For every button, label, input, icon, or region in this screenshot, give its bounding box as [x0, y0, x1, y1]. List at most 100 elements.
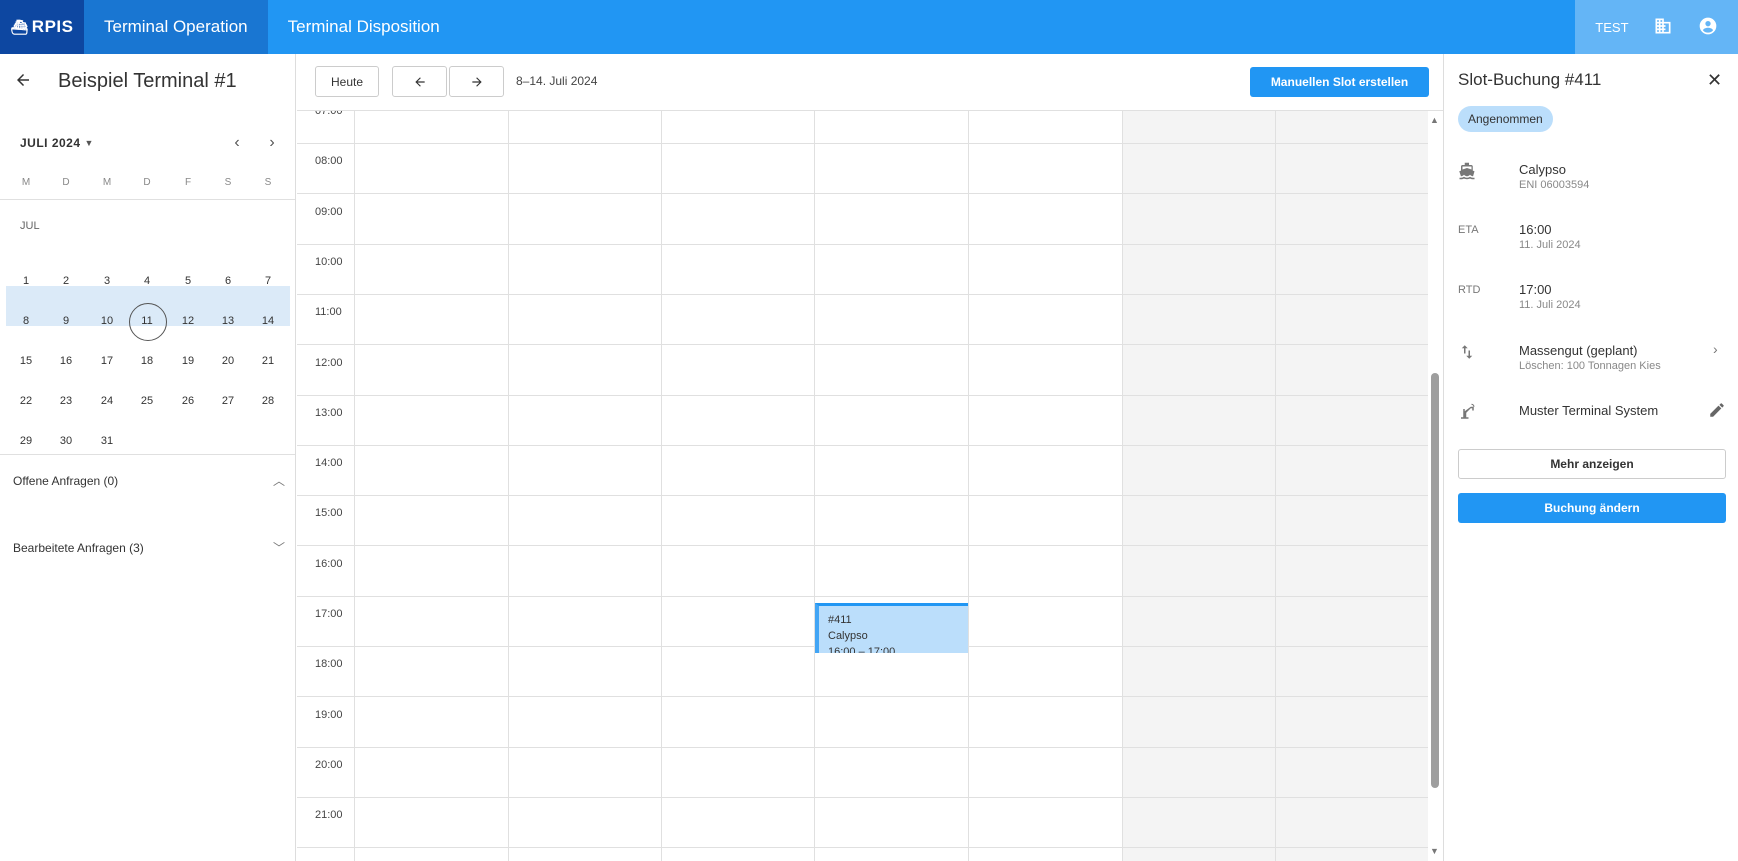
- status-badge: Angenommen: [1458, 106, 1553, 132]
- hour-label: 12:00: [315, 356, 343, 369]
- calendar-day[interactable]: 3: [87, 264, 127, 298]
- calendar-day[interactable]: 19: [168, 344, 208, 378]
- calendar-day[interactable]: 8: [6, 304, 46, 338]
- edit-pencil-icon[interactable]: [1708, 401, 1726, 422]
- weekday-header: M: [21, 177, 31, 188]
- chevron-down-icon: ﹀: [272, 541, 285, 555]
- hour-gridline: [297, 243, 1428, 245]
- calendar-day[interactable]: 7: [248, 264, 288, 298]
- calendar-day[interactable]: 21: [248, 344, 288, 378]
- day-column-divider: [814, 111, 815, 861]
- weekday-header: D: [62, 177, 70, 188]
- vessel-eni: ENI 06003594: [1519, 179, 1590, 191]
- scrollbar[interactable]: ▲ ▼: [1428, 111, 1443, 861]
- rtd-date: 11. Juli 2024: [1519, 299, 1581, 311]
- date-range-label: 8–14. Juli 2024: [516, 74, 598, 88]
- calendar-day[interactable]: 15: [6, 344, 46, 378]
- calendar-day[interactable]: 26: [168, 384, 208, 418]
- tab-terminal-operation[interactable]: Terminal Operation: [84, 0, 268, 54]
- calendar-day[interactable]: 20: [208, 344, 248, 378]
- ship-icon: [1458, 162, 1480, 183]
- system-name: Muster Terminal System: [1519, 403, 1659, 418]
- calendar-day[interactable]: 4: [127, 264, 167, 298]
- calendar-day[interactable]: 27: [208, 384, 248, 418]
- calendar-day[interactable]: 6: [208, 264, 248, 298]
- environment-label: TEST: [1595, 19, 1629, 35]
- open-requests-section[interactable]: Offene Anfragen (0) ︿: [13, 472, 285, 489]
- weekday-header: M: [102, 177, 112, 188]
- chevron-right-icon: ›: [1713, 341, 1718, 357]
- calendar-day[interactable]: 23: [46, 384, 86, 418]
- event-time: 16:00 – 17:00: [828, 646, 896, 653]
- eta-label: ETA: [1458, 224, 1479, 236]
- scroll-up-icon[interactable]: ▲: [1430, 115, 1439, 125]
- calendar-day[interactable]: 9: [46, 304, 86, 338]
- hour-gridline: [297, 444, 1428, 446]
- caret-down-icon: ▼: [84, 138, 94, 148]
- next-month-icon[interactable]: ›: [261, 132, 283, 154]
- processed-requests-section[interactable]: Bearbeitete Anfragen (3) ﹀: [13, 539, 285, 556]
- calendar-day[interactable]: 10: [87, 304, 127, 338]
- next-week-button[interactable]: [449, 66, 504, 97]
- hour-gridline: [297, 847, 1428, 849]
- calendar-day[interactable]: 12: [168, 304, 208, 338]
- calendar-day[interactable]: 1: [6, 264, 46, 298]
- calendar-day[interactable]: 31: [87, 424, 127, 458]
- crane-icon: [1458, 403, 1480, 424]
- divider: [0, 199, 295, 200]
- swap-vertical-icon: [1458, 343, 1480, 364]
- time-grid[interactable]: 07:00 08:00 09:00 10:00 11:00 12:00 13:00 14:00…: [297, 111, 1428, 861]
- hour-label: 19:00: [315, 708, 343, 721]
- calendar-day[interactable]: 13: [208, 304, 248, 338]
- hour-label: 11:00: [315, 306, 342, 319]
- calendar-day[interactable]: 14: [248, 304, 288, 338]
- booking-title: Slot-Buchung #411: [1458, 70, 1602, 89]
- section-label: Bearbeitete Anfragen (3): [13, 540, 144, 555]
- chevron-up-icon: ︿: [272, 474, 285, 488]
- event-id: #411: [828, 614, 852, 626]
- event-vessel: Calypso: [828, 630, 868, 642]
- calendar-day[interactable]: 24: [87, 384, 127, 418]
- calendar-day[interactable]: 29: [6, 424, 46, 458]
- tab-terminal-disposition[interactable]: Terminal Disposition: [268, 0, 460, 54]
- calendar-day[interactable]: 30: [46, 424, 86, 458]
- today-button[interactable]: Heute: [315, 66, 379, 97]
- calendar-day[interactable]: 16: [46, 344, 86, 378]
- calendar-day[interactable]: 5: [168, 264, 208, 298]
- hour-label: 14:00: [315, 457, 343, 470]
- hour-label: 16:00: [315, 557, 343, 570]
- close-icon[interactable]: ✕: [1707, 70, 1722, 91]
- account-icon[interactable]: [1698, 16, 1718, 39]
- hour-label: 18:00: [315, 658, 343, 671]
- calendar-day[interactable]: 22: [6, 384, 46, 418]
- hour-gridline: [297, 696, 1428, 698]
- calendar-day[interactable]: 28: [248, 384, 288, 418]
- change-booking-button[interactable]: Buchung ändern: [1458, 493, 1726, 523]
- back-arrow-icon[interactable]: [14, 71, 34, 91]
- calendar-day[interactable]: 11: [127, 303, 167, 341]
- hour-label: 21:00: [315, 809, 343, 822]
- building-icon[interactable]: [1653, 16, 1673, 39]
- scroll-down-icon[interactable]: ▼: [1430, 846, 1439, 856]
- hour-label: 08:00: [315, 155, 343, 168]
- app-logo[interactable]: ⛴ RPIS: [0, 0, 84, 54]
- create-manual-slot-button[interactable]: Manuellen Slot erstellen: [1250, 67, 1429, 97]
- prev-month-icon[interactable]: ‹: [226, 132, 248, 154]
- slot-event[interactable]: #411 Calypso 16:00 – 17:00: [815, 603, 968, 653]
- calendar-day[interactable]: 18: [127, 344, 167, 378]
- logo-text: RPIS: [31, 17, 74, 36]
- calendar-day[interactable]: 2: [46, 264, 86, 298]
- scrollbar-thumb[interactable]: [1431, 373, 1439, 788]
- prev-week-button[interactable]: [392, 66, 447, 97]
- calendar-day[interactable]: 17: [87, 344, 127, 378]
- month-selector[interactable]: JULI 2024 ▼: [20, 136, 94, 150]
- day-column-divider: [1122, 111, 1123, 861]
- section-label: Offene Anfragen (0): [13, 473, 119, 488]
- calendar-day[interactable]: 25: [127, 384, 167, 418]
- day-column-divider: [661, 111, 662, 861]
- show-more-button[interactable]: Mehr anzeigen: [1458, 449, 1726, 479]
- top-bar: ⛴ RPIS Terminal Operation Terminal Dispos…: [0, 0, 1738, 54]
- hour-label: 15:00: [315, 507, 343, 520]
- logo-ship-icon: ⛴: [10, 18, 29, 35]
- hour-gridline: [297, 344, 1428, 346]
